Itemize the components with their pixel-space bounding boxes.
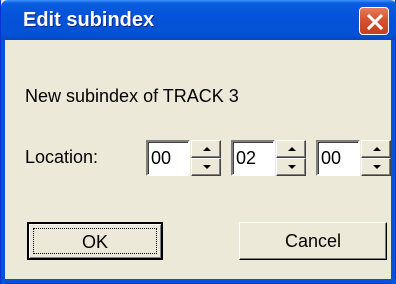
down-arrow-icon — [288, 165, 296, 169]
location-seconds-spinner — [276, 140, 306, 176]
window-frame-bottom — [1, 279, 396, 283]
location-label: Location: — [25, 147, 99, 167]
focus-rectangle — [33, 228, 157, 254]
frames-increment-button[interactable] — [361, 140, 391, 158]
close-icon — [366, 13, 384, 31]
up-arrow-icon — [288, 147, 296, 151]
window-frame-left — [1, 40, 5, 284]
location-frames-spinner — [361, 140, 391, 176]
frames-decrement-button[interactable] — [361, 158, 391, 176]
subindex-message: New subindex of TRACK 3 — [25, 86, 239, 106]
down-arrow-icon — [203, 165, 211, 169]
window-frame-right — [391, 40, 395, 284]
title-bar[interactable]: Edit subindex — [1, 0, 396, 40]
seconds-increment-button[interactable] — [276, 140, 306, 158]
seconds-decrement-button[interactable] — [276, 158, 306, 176]
up-arrow-icon — [373, 147, 381, 151]
ok-button[interactable]: OK — [27, 222, 163, 260]
up-arrow-icon — [203, 147, 211, 151]
minutes-increment-button[interactable] — [191, 140, 221, 158]
close-button[interactable] — [359, 7, 389, 35]
cancel-button-label: Cancel — [284, 231, 342, 251]
location-minutes-spinner — [191, 140, 221, 176]
down-arrow-icon — [373, 165, 381, 169]
location-frames-field[interactable]: 00 — [316, 140, 360, 176]
dialog-title: Edit subindex — [23, 9, 155, 31]
cancel-button[interactable]: Cancel — [239, 222, 387, 260]
minutes-decrement-button[interactable] — [191, 158, 221, 176]
location-seconds-field[interactable]: 02 — [231, 140, 275, 176]
edit-subindex-dialog: Edit subindex New subindex of TRACK 3 Lo… — [0, 0, 396, 284]
location-minutes-field[interactable]: 00 — [146, 140, 190, 176]
